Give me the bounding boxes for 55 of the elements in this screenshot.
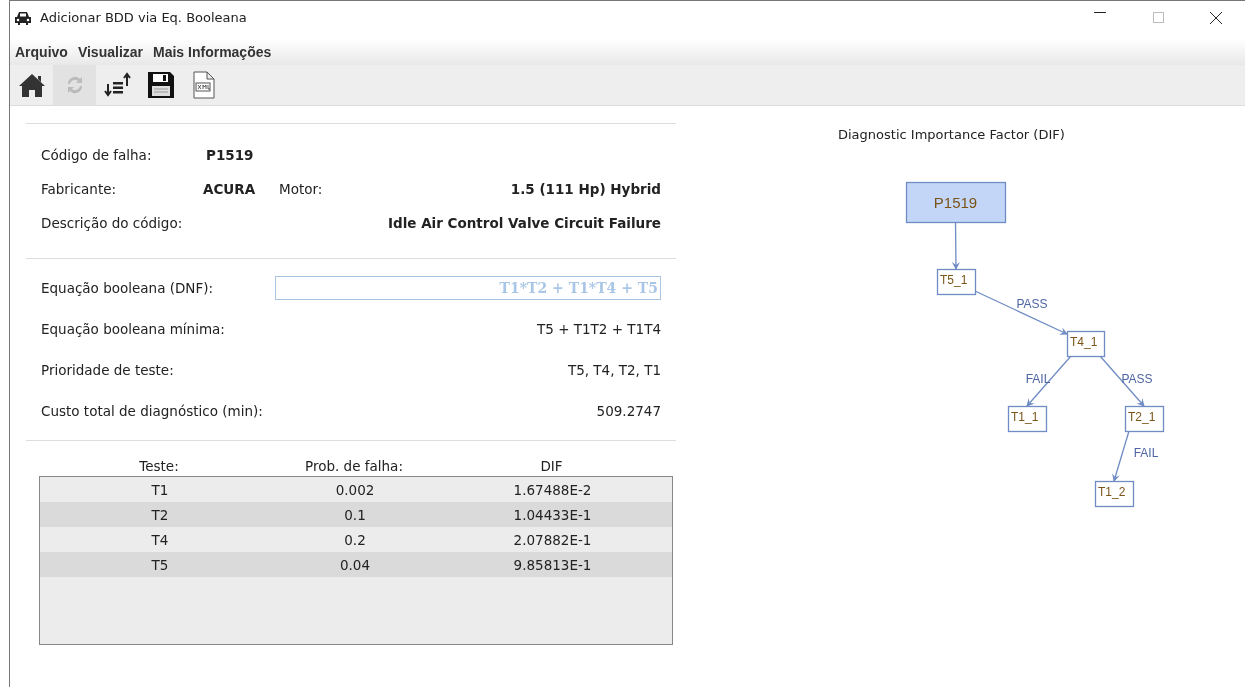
menu-item[interactable]: Mais Informações <box>152 44 273 60</box>
connector-arrow <box>951 221 960 270</box>
column-header: Prob. de falha: <box>304 458 404 476</box>
field-label: Fabricante: <box>41 181 118 197</box>
table-cell-text: 1.04433E-1 <box>512 506 593 523</box>
close-icon[interactable] <box>1210 11 1222 24</box>
menu-item[interactable]: Arquivo <box>14 44 69 60</box>
field-label: Equação booleana (DNF): <box>41 279 214 296</box>
tree-node: T1_2 <box>1094 480 1135 508</box>
table-cell-text: T4 <box>150 531 170 548</box>
field-value: T5 + T1T2 + T1T4 <box>537 320 661 337</box>
tree-node: P1519 <box>905 181 1007 224</box>
tree-node: T2_1 <box>1124 405 1165 433</box>
edge-label: FAIL <box>1025 372 1051 386</box>
sort-icon <box>103 72 132 98</box>
field-label: Prioridade de teste: <box>41 361 174 378</box>
field-label: Custo total de diagnóstico (min): <box>41 402 263 419</box>
table-cell-text: 9.85813E-1 <box>512 556 593 573</box>
field-value: P1519 <box>206 147 254 163</box>
field-value: T5, T4, T2, T1 <box>567 361 661 378</box>
field-value: 1.5 (111 Hp) Hybrid <box>510 181 661 197</box>
tree-node: T4_1 <box>1066 330 1106 358</box>
chart-title: Diagnostic Importance Factor (DIF) <box>838 127 1065 142</box>
field-value: ACURA <box>203 181 257 197</box>
edge-label: FAIL <box>1133 446 1159 460</box>
tree-node: T5_1 <box>936 268 977 296</box>
table-cell-text: 0.002 <box>334 481 376 498</box>
window-title: Adicionar BDD via Eq. Booleana <box>40 10 248 25</box>
table-cell-text: 1.67488E-2 <box>512 481 593 498</box>
table-cell-text: T1 <box>150 481 170 498</box>
field-label: Código de falha: <box>41 147 153 163</box>
table-cell-text: T5 <box>150 556 170 573</box>
table-cell-text: 2.07882E-1 <box>512 531 593 548</box>
xml-file-icon <box>191 71 216 99</box>
table-cell-text: 0.04 <box>338 556 372 573</box>
edge-label: PASS <box>1016 297 1048 311</box>
column-header: DIF <box>539 458 564 476</box>
column-header: Teste: <box>138 458 180 476</box>
field-label: Descrição do código: <box>41 215 183 231</box>
table-cell-text: 0.1 <box>343 506 367 523</box>
field-label: Equação booleana mínima: <box>41 320 225 337</box>
edge-label: PASS <box>1121 372 1153 386</box>
table-cell-text: 0.2 <box>343 531 367 548</box>
home-icon <box>17 71 46 99</box>
field-label: Motor: <box>279 181 323 197</box>
connector-arrow <box>1112 430 1130 482</box>
field-value: 509.2747 <box>596 402 661 419</box>
tree-node: T1_1 <box>1007 405 1048 433</box>
car-icon <box>14 10 32 25</box>
connector-arrow <box>1026 355 1072 407</box>
menu-item[interactable]: Visualizar <box>76 44 144 60</box>
minimize-icon[interactable] <box>1094 11 1106 14</box>
field-value: Idle Air Control Valve Circuit Failure <box>387 215 661 231</box>
table-cell-text: T2 <box>150 506 170 523</box>
save-icon <box>145 70 176 100</box>
